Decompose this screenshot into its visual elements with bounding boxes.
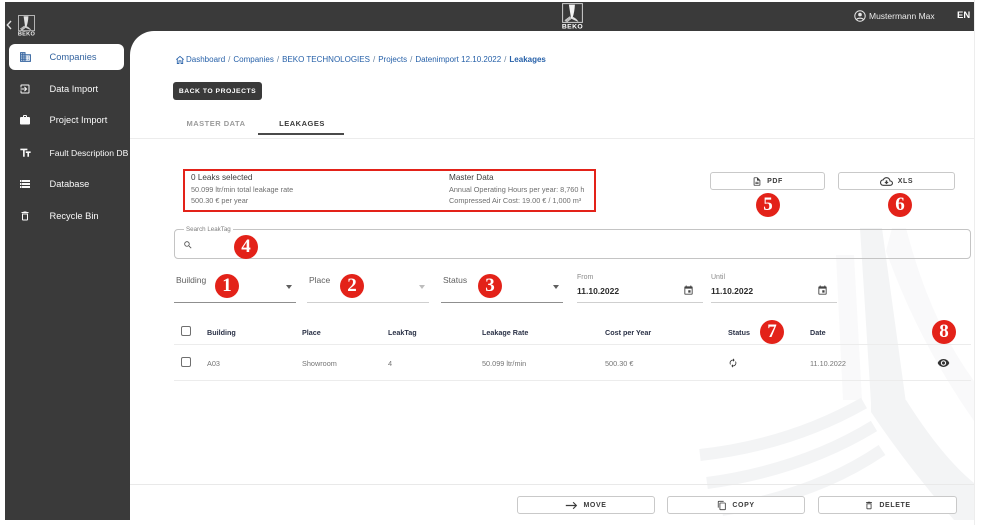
svg-text:BEKO: BEKO (562, 23, 583, 29)
svg-text:BEKO: BEKO (18, 31, 35, 36)
